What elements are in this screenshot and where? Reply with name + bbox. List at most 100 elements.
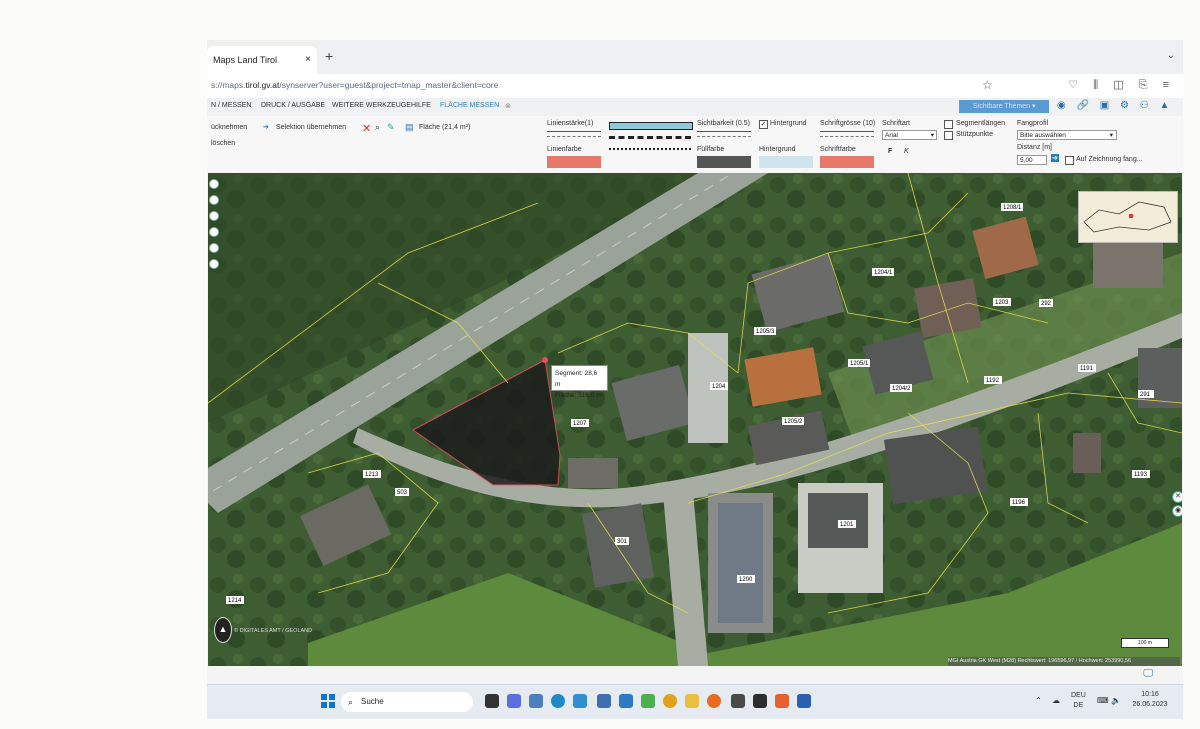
visibility-label: Sichtbarkeit (0.5)	[697, 120, 750, 127]
apply-arrow-icon[interactable]: ➔	[1051, 154, 1059, 162]
url-text[interactable]: s://maps.tirol.gv.at/synserver?user=gues…	[211, 80, 498, 90]
map-view[interactable]: 1207 1204 1205/2 1205/1 1204/1 1204/2 11…	[208, 173, 1182, 666]
theme-select[interactable]: Sichtbare Themen ▾	[959, 100, 1049, 113]
background-swatch[interactable]	[759, 156, 813, 168]
browser-toolbar-icons[interactable]: ♡ ⫼ ◫ ⎘ ≡	[1068, 78, 1175, 92]
app-icon[interactable]	[775, 694, 789, 708]
zoom-in-icon[interactable]	[209, 179, 219, 189]
area-size: Fläche: 516,0 m²	[555, 392, 604, 399]
menu-flaeche-messen[interactable]: FLÄCHE MESSEN	[440, 102, 499, 109]
menu-messen[interactable]: N / MESSEN	[211, 102, 251, 109]
tab-close-icon[interactable]: ×	[305, 46, 311, 74]
volume-icon[interactable]: 🔈	[1111, 696, 1121, 706]
parcel-label: 1196	[1012, 500, 1026, 506]
language-indicator[interactable]: DEU DE	[1071, 691, 1086, 711]
bold-button[interactable]: F	[888, 148, 892, 155]
line-width-slider[interactable]	[547, 131, 601, 137]
app-action-icons[interactable]: ◉ 🔗 ▣ ⚙ ⚇ ▲	[1057, 100, 1173, 111]
selection-button[interactable]: Selektion übernehmen	[276, 124, 346, 131]
edge-icon[interactable]	[551, 694, 565, 708]
font-type-select[interactable]: Arial ▾	[882, 130, 937, 140]
parcel-label: 1207	[573, 421, 587, 427]
fill-color-swatch[interactable]	[697, 156, 751, 168]
background-checkbox[interactable]: ✓	[759, 120, 768, 129]
on-drawing-checkbox[interactable]	[1065, 156, 1074, 165]
close-tool-icon[interactable]: ⊗	[505, 102, 511, 110]
chevron-down-icon[interactable]: ⌄	[1167, 50, 1175, 61]
delete-button[interactable]: löschen	[211, 140, 235, 147]
measure-vertex[interactable]	[542, 357, 548, 363]
font-color-swatch[interactable]	[820, 156, 874, 168]
line-style-dotted[interactable]	[609, 148, 691, 150]
task-view-icon[interactable]	[485, 694, 499, 708]
info-icon[interactable]: ◉	[1172, 505, 1182, 517]
font-color-label: Schriftfarbe	[820, 146, 856, 153]
selection-arrow-icon[interactable]: ➔	[263, 123, 269, 131]
layers-icon[interactable]	[209, 259, 219, 269]
line-style-solid[interactable]	[609, 122, 693, 130]
app-icon[interactable]	[597, 694, 611, 708]
folder-icon[interactable]	[685, 694, 699, 708]
firefox-icon[interactable]	[707, 694, 721, 708]
locate-icon[interactable]	[209, 243, 219, 253]
area-value: Fläche (21,4 m²)	[419, 124, 471, 131]
home-icon[interactable]	[209, 227, 219, 237]
building	[884, 426, 988, 505]
building	[1073, 433, 1101, 473]
pan-icon[interactable]	[209, 211, 219, 221]
word-icon[interactable]	[797, 694, 811, 708]
cloud-icon[interactable]: ☁	[1052, 696, 1060, 706]
undo-button[interactable]: ücknehmen	[211, 124, 247, 131]
line-style-dashed[interactable]	[609, 136, 691, 139]
visibility-slider[interactable]	[697, 131, 751, 137]
close-panel-icon[interactable]: ✕	[1172, 491, 1182, 503]
search-icon[interactable]: ⌕	[375, 122, 380, 133]
app-icon[interactable]	[529, 694, 543, 708]
parcel-label: 292	[1041, 301, 1052, 307]
parcel-label: 503	[397, 490, 408, 496]
chevron-up-icon[interactable]: ⌃	[1035, 696, 1042, 706]
segment-length: Segment: 28,6 m	[555, 370, 598, 388]
taskbar-search[interactable]: ⌕ Suche	[341, 692, 473, 712]
new-tab-icon[interactable]: +	[325, 48, 333, 64]
chat-icon[interactable]	[507, 694, 521, 708]
menu-weitere-werkzeuge[interactable]: WEITERE WERKZEUGE	[332, 102, 411, 109]
support-points-checkbox[interactable]	[944, 131, 953, 140]
distance-input[interactable]: 5,00	[1017, 155, 1047, 165]
app-icon[interactable]	[641, 694, 655, 708]
segment-lengths-checkbox[interactable]	[944, 120, 953, 129]
area-icon[interactable]: ▤	[405, 122, 414, 133]
monitor-icon[interactable]: 🖵	[1143, 668, 1153, 679]
monitor-app-icon[interactable]	[573, 694, 587, 708]
parcel-label: 1192	[986, 378, 1000, 384]
fill-color-label: Füllfarbe	[697, 146, 725, 153]
app-icon[interactable]	[731, 694, 745, 708]
edit-icon[interactable]: ✎	[387, 122, 395, 133]
close-icon[interactable]: ✕	[362, 122, 371, 135]
snap-profile-select[interactable]: Bitte auswählen ▾	[1017, 130, 1117, 140]
overview-map[interactable]	[1078, 191, 1178, 243]
parcel-label: 1214	[228, 598, 242, 604]
bookmark-star-icon[interactable]: ☆	[982, 78, 993, 92]
parcel-label: 1213	[365, 472, 379, 478]
italic-button[interactable]: K	[904, 148, 909, 155]
network-icon[interactable]: ⌨	[1097, 696, 1109, 706]
address-bar[interactable]: s://maps.tirol.gv.at/synserver?user=gues…	[207, 74, 1183, 98]
mail-icon[interactable]	[619, 694, 633, 708]
font-size-slider[interactable]	[820, 131, 874, 137]
chrome-icon[interactable]	[663, 694, 677, 708]
background-checkbox-label: Hintergrund	[770, 120, 807, 127]
windows-start-icon[interactable]	[321, 694, 335, 708]
status-strip: 🖵	[207, 666, 1183, 682]
parcel-label: 301	[617, 539, 628, 545]
menu-hilfe[interactable]: HILFE	[411, 102, 431, 109]
aerial-map[interactable]: 1207 1204 1205/2 1205/1 1204/1 1204/2 11…	[208, 173, 1182, 666]
browser-tab[interactable]: Maps Land Tirol ×	[207, 46, 317, 74]
building	[1138, 348, 1182, 408]
zoom-out-icon[interactable]	[209, 195, 219, 205]
line-color-swatch[interactable]	[547, 156, 601, 168]
menu-druck-ausgabe[interactable]: DRUCK / AUSGABE	[261, 102, 325, 109]
clock[interactable]: 10:16 26.06.2023	[1125, 690, 1175, 710]
north-arrow-icon[interactable]: ▲	[214, 617, 232, 643]
app-icon[interactable]	[753, 694, 767, 708]
